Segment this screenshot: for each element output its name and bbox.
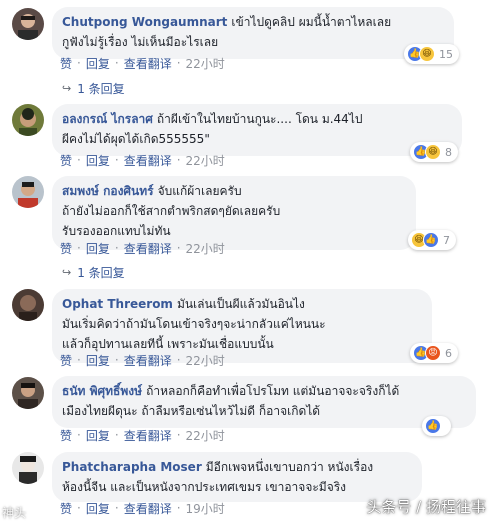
avatar[interactable]: [12, 289, 44, 321]
comment-author[interactable]: สมพงษ์ กองศินทร์: [62, 184, 154, 198]
watermark-left: 神头: [2, 506, 27, 520]
comment-author[interactable]: Phatcharapha Moser: [62, 460, 202, 474]
translate-button[interactable]: 查看翻译: [124, 240, 172, 257]
translate-button[interactable]: 查看翻译: [124, 55, 172, 72]
watermark: 头条号 / 扬程往事: [366, 498, 486, 516]
reaction-summary[interactable]: 👍 😡 6: [410, 343, 458, 363]
translate-button[interactable]: 查看翻译: [124, 500, 172, 517]
comment-author[interactable]: Chutpong Wongaumnart: [62, 15, 227, 29]
comment-bubble: อลงกรณ์ ไกรลาศ ถ้าผีเข้าในไทยบ้านกูนะ....…: [52, 104, 462, 156]
translate-button[interactable]: 查看翻译: [124, 152, 172, 169]
view-replies-link[interactable]: ↪ 1 条回复: [62, 264, 125, 280]
comment-author[interactable]: ธนัท พิศุทธิ์พงษ์: [62, 384, 142, 398]
comment-bubble: Chutpong Wongaumnart เข้าไปดูคลิป ผมนี้น้…: [52, 7, 454, 59]
comment-actions: 赞 · 回复 · 查看翻译 · 22小时: [60, 240, 225, 257]
reply-button[interactable]: 回复: [86, 500, 110, 517]
timestamp[interactable]: 22小时: [186, 427, 225, 444]
avatar[interactable]: [12, 104, 44, 136]
reaction-summary[interactable]: 👍: [422, 416, 451, 436]
comment-author[interactable]: Ophat Threerom: [62, 297, 173, 311]
reaction-count: 7: [443, 233, 450, 247]
like-button[interactable]: 赞: [60, 427, 72, 444]
replies-count-label: 1 条回复: [77, 81, 125, 96]
like-button[interactable]: 赞: [60, 152, 72, 169]
comment-bubble: ธนัท พิศุทธิ์พงษ์ ถ้าหลอกก็คือทำเพื่อโปรโ…: [52, 376, 476, 428]
comment-actions: 赞 · 回复 · 查看翻译 · 22小时: [60, 352, 225, 369]
comment-actions: 赞 · 回复 · 查看翻译 · 19小时: [60, 500, 225, 517]
avatar[interactable]: [12, 8, 44, 40]
like-button[interactable]: 赞: [60, 240, 72, 257]
reply-button[interactable]: 回复: [86, 152, 110, 169]
reaction-summary[interactable]: 👍 😆 15: [404, 44, 459, 64]
like-button[interactable]: 赞: [60, 55, 72, 72]
comment-bubble: Phatcharapha Moser มีอีกเพจหนึ่งเขาบอกว่า…: [52, 452, 422, 502]
timestamp[interactable]: 22小时: [186, 352, 225, 369]
timestamp[interactable]: 22小时: [186, 240, 225, 257]
reaction-count: 8: [445, 145, 452, 159]
translate-button[interactable]: 查看翻译: [124, 427, 172, 444]
reply-button[interactable]: 回复: [86, 427, 110, 444]
comment-actions: 赞 · 回复 · 查看翻译 · 22小时: [60, 152, 225, 169]
laughing-face-icon: 😆: [419, 46, 435, 62]
replies-count-label: 1 条回复: [77, 265, 125, 280]
like-button[interactable]: 赞: [60, 352, 72, 369]
reply-arrow-icon: ↪: [62, 265, 72, 279]
translate-button[interactable]: 查看翻译: [124, 352, 172, 369]
thumbs-up-icon: 👍: [425, 418, 441, 434]
reply-arrow-icon: ↪: [62, 81, 72, 95]
like-button[interactable]: 赞: [60, 500, 72, 517]
comment-actions: 赞 · 回复 · 查看翻译 · 22小时: [60, 55, 225, 72]
laughing-face-icon: 😆: [425, 144, 441, 160]
thumbs-up-icon: 👍: [423, 232, 439, 248]
avatar[interactable]: [12, 452, 44, 484]
timestamp[interactable]: 22小时: [186, 152, 225, 169]
reaction-count: 15: [439, 47, 453, 61]
comment-author[interactable]: อลงกรณ์ ไกรลาศ: [62, 112, 153, 126]
avatar[interactable]: [12, 377, 44, 409]
reply-button[interactable]: 回复: [86, 240, 110, 257]
reaction-summary[interactable]: 👍 😆 8: [410, 142, 458, 162]
reaction-count: 6: [445, 346, 452, 360]
comment-actions: 赞 · 回复 · 查看翻译 · 22小时: [60, 427, 225, 444]
timestamp[interactable]: 22小时: [186, 55, 225, 72]
reply-button[interactable]: 回复: [86, 352, 110, 369]
timestamp[interactable]: 19小时: [186, 500, 225, 517]
view-replies-link[interactable]: ↪ 1 条回复: [62, 80, 125, 96]
angry-face-icon: 😡: [425, 345, 441, 361]
reaction-summary[interactable]: 😆 👍 7: [408, 230, 456, 250]
avatar[interactable]: [12, 176, 44, 208]
reply-button[interactable]: 回复: [86, 55, 110, 72]
